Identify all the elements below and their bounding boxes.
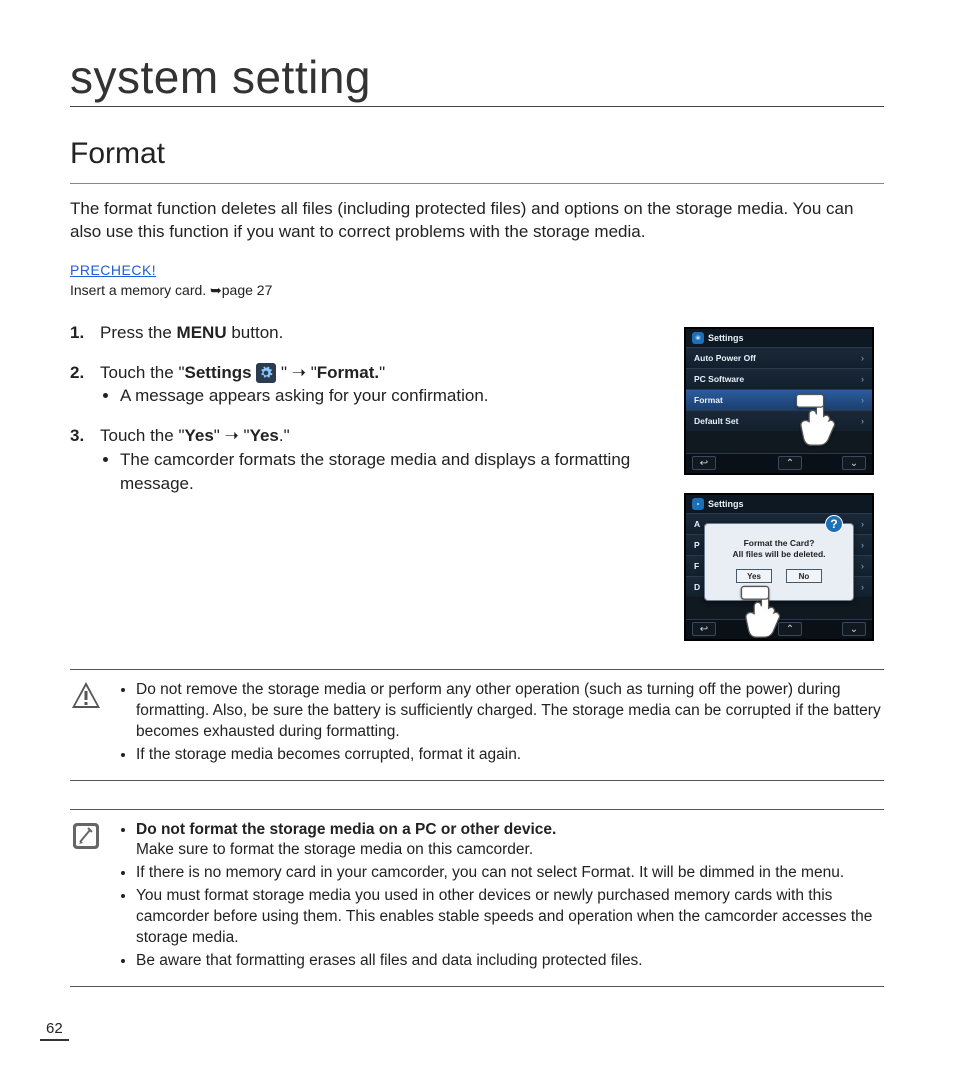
- warning-icon: [70, 680, 102, 712]
- step-1: Press the MENU button.: [70, 321, 664, 345]
- gear-icon: [692, 498, 704, 510]
- figure-settings-menu: Settings Auto Power Off› PC Software› Fo…: [684, 327, 874, 475]
- section-title: Format: [70, 137, 884, 171]
- info-note-3: You must format storage media you used i…: [136, 886, 884, 949]
- chevron-right-icon: ›: [861, 416, 864, 426]
- precheck-text: Insert a memory card. ➥page 27: [70, 282, 884, 299]
- scroll-up-button[interactable]: ⌃: [778, 456, 802, 470]
- chapter-title: system setting: [70, 50, 884, 107]
- dialog-line-1: Format the Card?: [744, 538, 815, 549]
- info-note-box: Do not format the storage media on a PC …: [70, 809, 884, 987]
- back-button[interactable]: ↩: [692, 622, 716, 636]
- dialog-yes-button[interactable]: Yes: [736, 569, 772, 583]
- step-3: Touch the "Yes" ➝ "Yes." The camcorder f…: [70, 424, 664, 495]
- menu-item-default-set[interactable]: Default Set›: [686, 410, 872, 431]
- page-number: 62: [40, 1020, 69, 1041]
- back-button[interactable]: ↩: [692, 456, 716, 470]
- info-note-4: Be aware that formatting erases all file…: [136, 951, 884, 972]
- menu-item-auto-power-off[interactable]: Auto Power Off›: [686, 347, 872, 368]
- dialog-no-button[interactable]: No: [786, 569, 822, 583]
- chevron-right-icon: ›: [861, 374, 864, 384]
- figure-title: Settings: [708, 333, 744, 343]
- gear-icon: [256, 363, 276, 383]
- step-3-bullet: The camcorder formats the storage media …: [120, 448, 664, 496]
- step-2-bullet: A message appears asking for your confir…: [120, 384, 664, 408]
- step-2: Touch the "Settings " ➝ "Format." A mess…: [70, 361, 664, 409]
- scroll-up-button[interactable]: ⌃: [778, 622, 802, 636]
- figure-format-dialog: Settings A› P› F› D› ? Format the Card? …: [684, 493, 874, 641]
- scroll-down-button[interactable]: ⌄: [842, 622, 866, 636]
- menu-item-pc-software[interactable]: PC Software›: [686, 368, 872, 389]
- figure-title: Settings: [708, 499, 744, 509]
- warning-note-2: If the storage media becomes corrupted, …: [136, 745, 884, 766]
- menu-item-format[interactable]: Format›: [686, 389, 872, 410]
- precheck-label: PRECHECK!: [70, 262, 884, 278]
- divider: [70, 183, 884, 184]
- question-icon: ?: [825, 515, 843, 533]
- intro-text: The format function deletes all files (i…: [70, 198, 870, 244]
- info-note-1: Do not format the storage media on a PC …: [136, 820, 884, 862]
- chevron-right-icon: ›: [861, 395, 864, 405]
- warning-note-box: Do not remove the storage media or perfo…: [70, 669, 884, 781]
- info-note-2: If there is no memory card in your camco…: [136, 863, 884, 884]
- dialog-line-2: All files will be deleted.: [732, 549, 825, 560]
- chevron-right-icon: ›: [861, 353, 864, 363]
- warning-note-1: Do not remove the storage media or perfo…: [136, 680, 884, 743]
- confirm-dialog: ? Format the Card? All files will be del…: [704, 523, 854, 601]
- gear-icon: [692, 332, 704, 344]
- scroll-down-button[interactable]: ⌄: [842, 456, 866, 470]
- note-icon: [70, 820, 102, 852]
